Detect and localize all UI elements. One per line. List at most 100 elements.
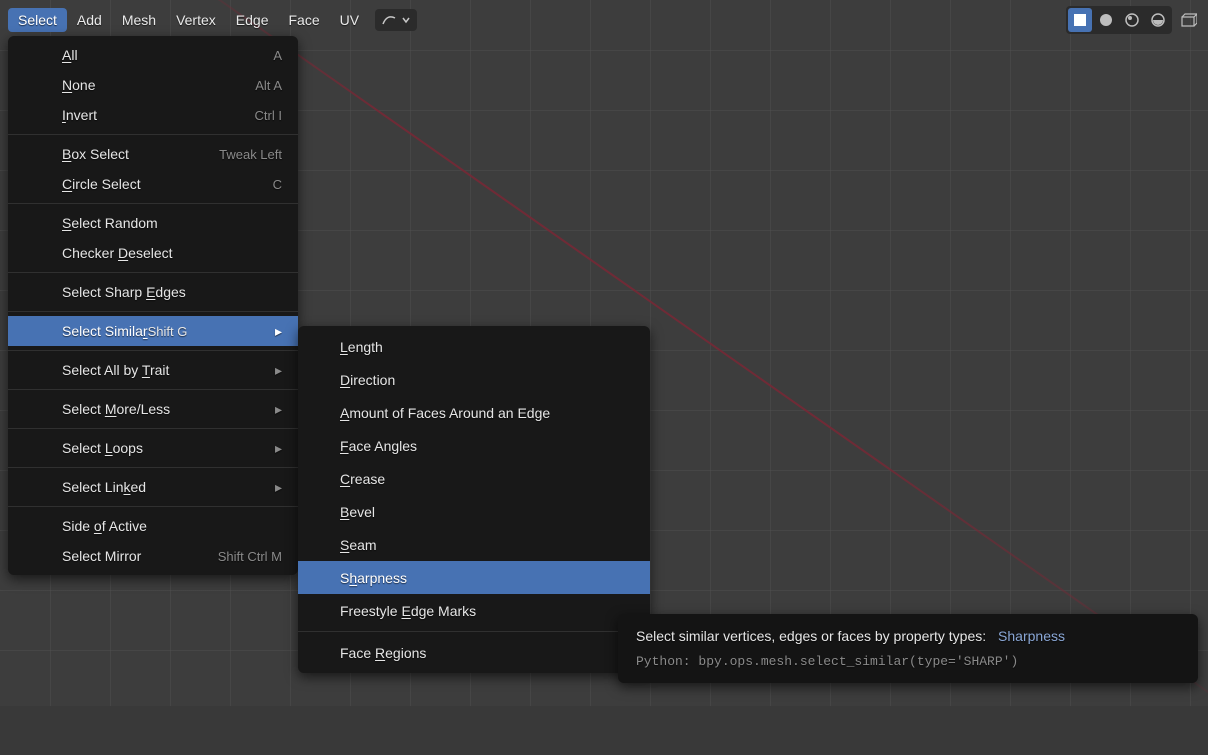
menu-item-label: Freestyle Edge Marks [340,603,476,619]
menu-separator [8,134,298,135]
menu-separator [8,350,298,351]
chevron-down-icon [401,15,411,25]
menu-item-label: Select Loops [62,440,143,456]
menubar-right [1066,6,1200,34]
menu-shortcut: C [273,177,282,192]
menu-item-invert[interactable]: Invert Ctrl I [8,100,298,130]
menu-uv[interactable]: UV [330,8,369,32]
submenu-item-face-regions[interactable]: Face Regions [298,636,650,669]
shading-solid-button[interactable] [1068,8,1092,32]
submenu-item-length[interactable]: Length [298,330,650,363]
submenu-arrow-icon: ▸ [275,479,282,496]
menu-separator [8,506,298,507]
menu-item-label: Seam [340,537,377,553]
menu-item-select-loops[interactable]: Select Loops ▸ [8,433,298,463]
uv-options-dropdown[interactable] [375,9,417,31]
submenu-item-direction[interactable]: Direction [298,363,650,396]
menu-shortcut: Alt A [255,78,282,93]
shading-rendered-button[interactable] [1146,8,1170,32]
menu-item-label: All [62,47,78,63]
shading-matcap-button[interactable] [1094,8,1118,32]
menu-item-label: Select Sharp Edges [62,284,186,300]
tooltip-desc-text: Select similar vertices, edges or faces … [636,628,986,644]
shading-material-button[interactable] [1120,8,1144,32]
matcap-icon [1098,12,1114,28]
tooltip-target: Sharpness [998,628,1065,644]
menubar-left: SelectAddMeshVertexEdgeFaceUV [8,9,417,31]
menu-separator [8,311,298,312]
submenu-item-amount-of-faces-around-an-edge[interactable]: Amount of Faces Around an Edge [298,396,650,429]
solid-shading-icon [1072,12,1088,28]
menu-item-all[interactable]: AllA [8,40,298,70]
menu-separator [8,428,298,429]
select-similar-submenu: Length Direction Amount of Faces Around an… [298,326,650,673]
menu-item-none[interactable]: None Alt A [8,70,298,100]
menu-shortcut: Shift Ctrl M [218,549,282,564]
menu-item-checker-deselect[interactable]: Checker Deselect [8,238,298,268]
menu-shortcut: Shift G [148,324,188,339]
menu-item-select-all-by-trait[interactable]: Select All by Trait ▸ [8,355,298,385]
editor-menubar: SelectAddMeshVertexEdgeFaceUV [8,6,1200,34]
tooltip: Select similar vertices, edges or faces … [618,614,1198,683]
menu-item-circle-select[interactable]: Circle Select C [8,169,298,199]
menu-item-label: Sharpness [340,570,407,586]
shading-mode-group [1066,6,1172,34]
menu-shortcut: Tweak Left [219,147,282,162]
submenu-item-face-angles[interactable]: Face Angles [298,429,650,462]
menu-item-select-random[interactable]: Select Random [8,208,298,238]
menu-item-label: Side of Active [62,518,147,534]
menu-separator [8,389,298,390]
menu-item-select-mirror[interactable]: Select Mirror Shift Ctrl M [8,541,298,571]
tooltip-description: Select similar vertices, edges or faces … [636,628,1180,644]
submenu-arrow-icon: ▸ [275,440,282,457]
submenu-arrow-icon: ▸ [275,401,282,418]
menu-select[interactable]: Select [8,8,67,32]
menu-item-label: Box Select [62,146,129,162]
menu-item-label: None [62,77,95,93]
menu-add[interactable]: Add [67,8,112,32]
menu-item-label: Amount of Faces Around an Edge [340,405,550,421]
menu-item-select-more-less[interactable]: Select More/Less▸ [8,394,298,424]
menu-shortcut: Ctrl I [255,108,282,123]
menu-item-select-sharp-edges[interactable]: Select Sharp Edges [8,277,298,307]
menu-item-label: Select Linked [62,479,146,495]
menu-edge[interactable]: Edge [226,8,279,32]
submenu-item-freestyle-edge-marks[interactable]: Freestyle Edge Marks [298,594,650,627]
overlay-icon [1179,11,1197,29]
menu-item-label: Bevel [340,504,375,520]
submenu-arrow-icon: ▸ [275,362,282,379]
menu-item-label: Face Regions [340,645,426,661]
menu-item-label: Length [340,339,383,355]
menu-item-select-similar[interactable]: Select SimilarShift G ▸ [8,316,298,346]
menu-mesh[interactable]: Mesh [112,8,166,32]
submenu-arrow-icon: ▸ [275,323,282,340]
menu-item-label: Direction [340,372,395,388]
menu-separator [8,272,298,273]
rendered-icon [1150,12,1166,28]
submenu-item-crease[interactable]: Crease [298,462,650,495]
submenu-item-bevel[interactable]: Bevel [298,495,650,528]
select-menu: AllA None Alt A Invert Ctrl I Box Select Tweak… [8,36,298,575]
tooltip-python: Python: bpy.ops.mesh.select_similar(type… [636,654,1180,669]
menu-item-label: Select Random [62,215,158,231]
submenu-item-sharpness[interactable]: Sharpness [298,561,650,594]
menu-item-label: Checker Deselect [62,245,173,261]
overlay-toggle-button[interactable] [1176,8,1200,32]
menu-item-label: Circle Select [62,176,141,192]
menu-item-box-select[interactable]: Box Select Tweak Left [8,139,298,169]
menu-face[interactable]: Face [278,8,329,32]
menu-item-label: Face Angles [340,438,417,454]
menu-separator [8,467,298,468]
menu-separator [298,631,650,632]
menu-separator [8,203,298,204]
menu-vertex[interactable]: Vertex [166,8,226,32]
menu-item-label: Invert [62,107,97,123]
submenu-item-seam[interactable]: Seam [298,528,650,561]
menu-item-label: Select All by Trait [62,362,169,378]
menu-item-side-of-active[interactable]: Side of Active [8,511,298,541]
menu-item-label: Select Mirror [62,548,141,564]
menu-item-label: Select Similar [62,323,148,339]
menu-item-label: Crease [340,471,385,487]
curve-icon [381,12,397,28]
menu-item-select-linked[interactable]: Select Linked ▸ [8,472,298,502]
